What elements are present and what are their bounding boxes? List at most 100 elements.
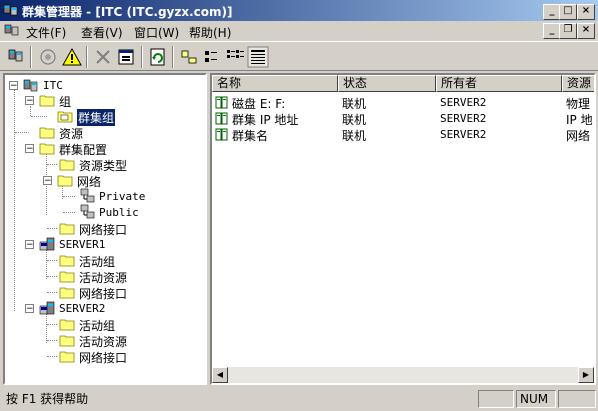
tree-connector xyxy=(47,340,57,341)
close-button[interactable]: × xyxy=(577,4,595,20)
menu-window[interactable]: 窗口(W) xyxy=(134,24,179,41)
folder-icon xyxy=(59,335,75,347)
cell-owner: SERVER2 xyxy=(440,96,487,109)
folder-icon xyxy=(59,351,75,363)
collapse-icon[interactable]: − xyxy=(25,96,34,106)
tree-label-cluster-group: 群集组 xyxy=(77,109,116,126)
refresh-icon[interactable] xyxy=(147,46,169,68)
status-bar: 按 F1 获得帮助 NUM xyxy=(0,387,598,411)
resource-book-icon xyxy=(215,112,228,125)
tree-label-net-interfaces: 网络接口 xyxy=(79,351,128,365)
list-row[interactable]: 磁盘 E: F: 联机 SERVER2 物理 xyxy=(212,94,594,111)
tree-connector xyxy=(63,196,75,197)
collapse-icon[interactable]: − xyxy=(25,144,34,154)
tree-label-private: Private xyxy=(99,190,146,203)
small-icons-view-icon[interactable] xyxy=(201,46,223,68)
scroll-right-button[interactable]: ▶ xyxy=(578,367,594,383)
list-pane[interactable]: 名称 状态 所有者 资源 磁盘 E: F: 联机 SERVER2 物理 群集 I… xyxy=(210,73,596,385)
collapse-icon[interactable]: − xyxy=(25,304,34,314)
tree-label-net-interfaces: 网络接口 xyxy=(79,223,128,237)
toolbar-separator xyxy=(141,46,143,68)
mdi-restore-button[interactable]: ❐ xyxy=(559,23,577,39)
column-header-owner[interactable]: 所有者 xyxy=(436,75,562,92)
tree-label-resource-types: 资源类型 xyxy=(79,159,128,173)
close-icon: × xyxy=(581,24,591,35)
tree-label-active-groups: 活动组 xyxy=(79,319,116,333)
close-icon: × xyxy=(581,5,591,16)
tree-connector xyxy=(47,276,57,277)
minimize-icon: _ xyxy=(549,24,555,35)
collapse-icon[interactable]: − xyxy=(25,240,34,250)
status-num-indicator: NUM xyxy=(516,390,556,408)
scroll-left-button[interactable]: ◀ xyxy=(212,367,228,383)
resource-book-icon xyxy=(215,128,228,141)
tree-label-resources: 资源 xyxy=(59,127,84,141)
menu-help[interactable]: 帮助(H) xyxy=(189,24,231,41)
tree-connector xyxy=(47,228,57,229)
folder-icon xyxy=(39,127,55,139)
column-header-resource-type[interactable]: 资源 xyxy=(562,75,594,92)
tree-connector xyxy=(46,249,47,279)
document-system-menu-icon[interactable] xyxy=(4,23,20,38)
menu-file[interactable]: 文件(F) xyxy=(26,24,66,41)
properties-icon[interactable] xyxy=(116,46,138,68)
tree-connector xyxy=(47,324,57,325)
list-row[interactable]: 群集 IP 地址 联机 SERVER2 IP 地 xyxy=(212,110,594,127)
network-icon xyxy=(80,188,95,203)
tree-label-itc: ITC xyxy=(43,79,63,92)
toolbar-separator xyxy=(30,46,32,68)
arrow-left-icon: ◀ xyxy=(216,370,224,379)
mdi-close-button[interactable]: × xyxy=(577,23,595,39)
delete-icon[interactable] xyxy=(92,46,114,68)
column-header-status[interactable]: 状态 xyxy=(338,75,436,92)
tree-label-server2: SERVER2 xyxy=(59,302,106,315)
collapse-icon[interactable]: − xyxy=(43,176,52,186)
status-help-text: 按 F1 获得帮助 xyxy=(2,390,476,408)
bring-online-icon[interactable] xyxy=(37,46,59,68)
tree-connector xyxy=(47,292,57,293)
group-folder-icon xyxy=(57,111,73,123)
tree-connector xyxy=(14,89,15,311)
details-view-icon[interactable] xyxy=(247,46,269,68)
tree-connector xyxy=(47,356,57,357)
window-title: 群集管理器 - [ITC (ITC.gyzx.com)] xyxy=(22,5,233,19)
folder-icon xyxy=(59,271,75,283)
status-panel-empty xyxy=(558,390,596,408)
server-icon xyxy=(39,301,55,315)
restore-icon: ❐ xyxy=(563,24,573,35)
folder-icon xyxy=(59,287,75,299)
open-connection-icon[interactable] xyxy=(5,46,27,68)
menu-view[interactable]: 查看(V) xyxy=(81,24,123,41)
toolbar xyxy=(0,41,598,71)
arrow-right-icon: ▶ xyxy=(582,370,590,379)
column-header-name[interactable]: 名称 xyxy=(212,75,338,92)
tree-connector xyxy=(63,212,75,213)
list-row[interactable]: 群集名 联机 SERVER2 网络 xyxy=(212,126,594,143)
cell-owner: SERVER2 xyxy=(440,112,487,125)
take-offline-warning-icon[interactable] xyxy=(61,46,83,68)
folder-icon xyxy=(57,175,73,187)
tree-connector xyxy=(31,116,47,117)
cell-owner: SERVER2 xyxy=(440,128,487,141)
large-icons-view-icon[interactable] xyxy=(178,46,200,68)
list-view-icon[interactable] xyxy=(224,46,246,68)
tree-label-active-resources: 活动资源 xyxy=(79,335,128,349)
tree-pane[interactable]: − ITC − 组 群集组 资源 − 群集配置 资源类型 − 网络 Privat… xyxy=(3,73,207,385)
tree-connector xyxy=(46,313,47,343)
tree-label-net-interfaces: 网络接口 xyxy=(79,287,128,301)
cluster-icon xyxy=(23,79,38,92)
maximize-button[interactable]: □ xyxy=(559,4,577,20)
title-bar[interactable]: 群集管理器 - [ITC (ITC.gyzx.com)] _ □ × xyxy=(0,0,598,21)
toolbar-separator xyxy=(86,46,88,68)
folder-icon xyxy=(59,255,75,267)
resource-book-icon xyxy=(215,96,228,109)
tree-label-active-resources: 活动资源 xyxy=(79,271,128,285)
cell-type: 网络 xyxy=(566,129,591,143)
cluster-app-icon xyxy=(3,4,18,16)
horizontal-scrollbar[interactable]: ◀ ▶ xyxy=(212,367,594,383)
tree-connector xyxy=(47,164,57,165)
tree-label-public: Public xyxy=(99,206,139,219)
tree-connector xyxy=(47,260,57,261)
folder-icon xyxy=(39,95,55,107)
collapse-icon[interactable]: − xyxy=(9,81,18,91)
